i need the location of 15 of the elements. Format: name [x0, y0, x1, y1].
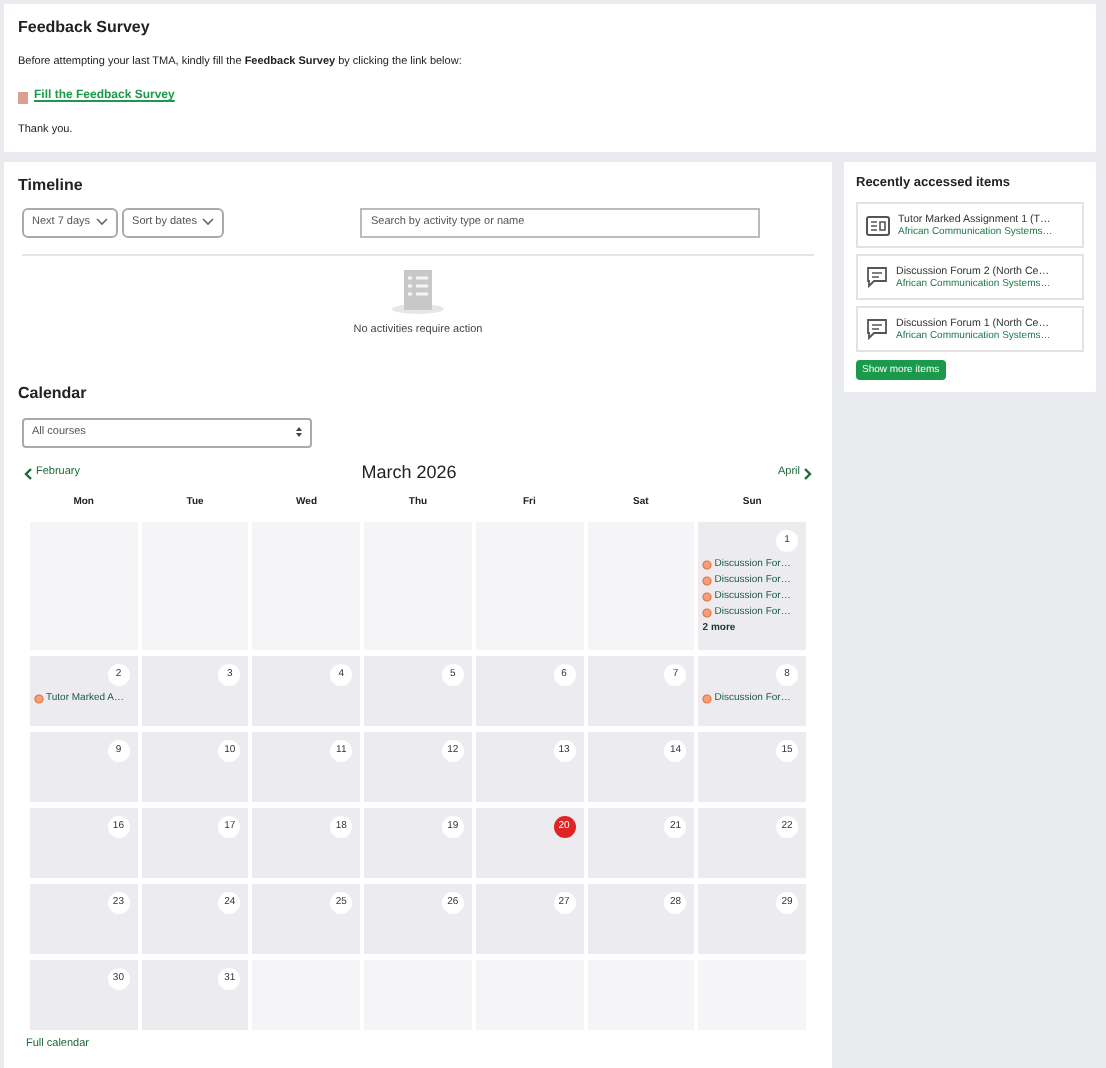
- chevron-right-icon: [804, 467, 812, 479]
- chevron-left-icon: [24, 467, 32, 479]
- sort-arrows-icon: [296, 426, 302, 439]
- chat-bubble-icon: [866, 318, 888, 341]
- assignment-icon: [866, 215, 890, 236]
- empty-list-icon: [392, 269, 444, 313]
- survey-title: Feedback Survey: [18, 16, 152, 40]
- chat-bubble-icon: [866, 266, 888, 289]
- event-icon: [34, 693, 44, 704]
- calendar-title: Calendar: [18, 381, 89, 406]
- month-title: March 2026: [361, 459, 457, 486]
- event-icon: [702, 693, 713, 704]
- chevron-down-icon: [202, 218, 215, 226]
- timeline-title: Timeline: [18, 173, 85, 197]
- chevron-down-icon: [96, 218, 109, 226]
